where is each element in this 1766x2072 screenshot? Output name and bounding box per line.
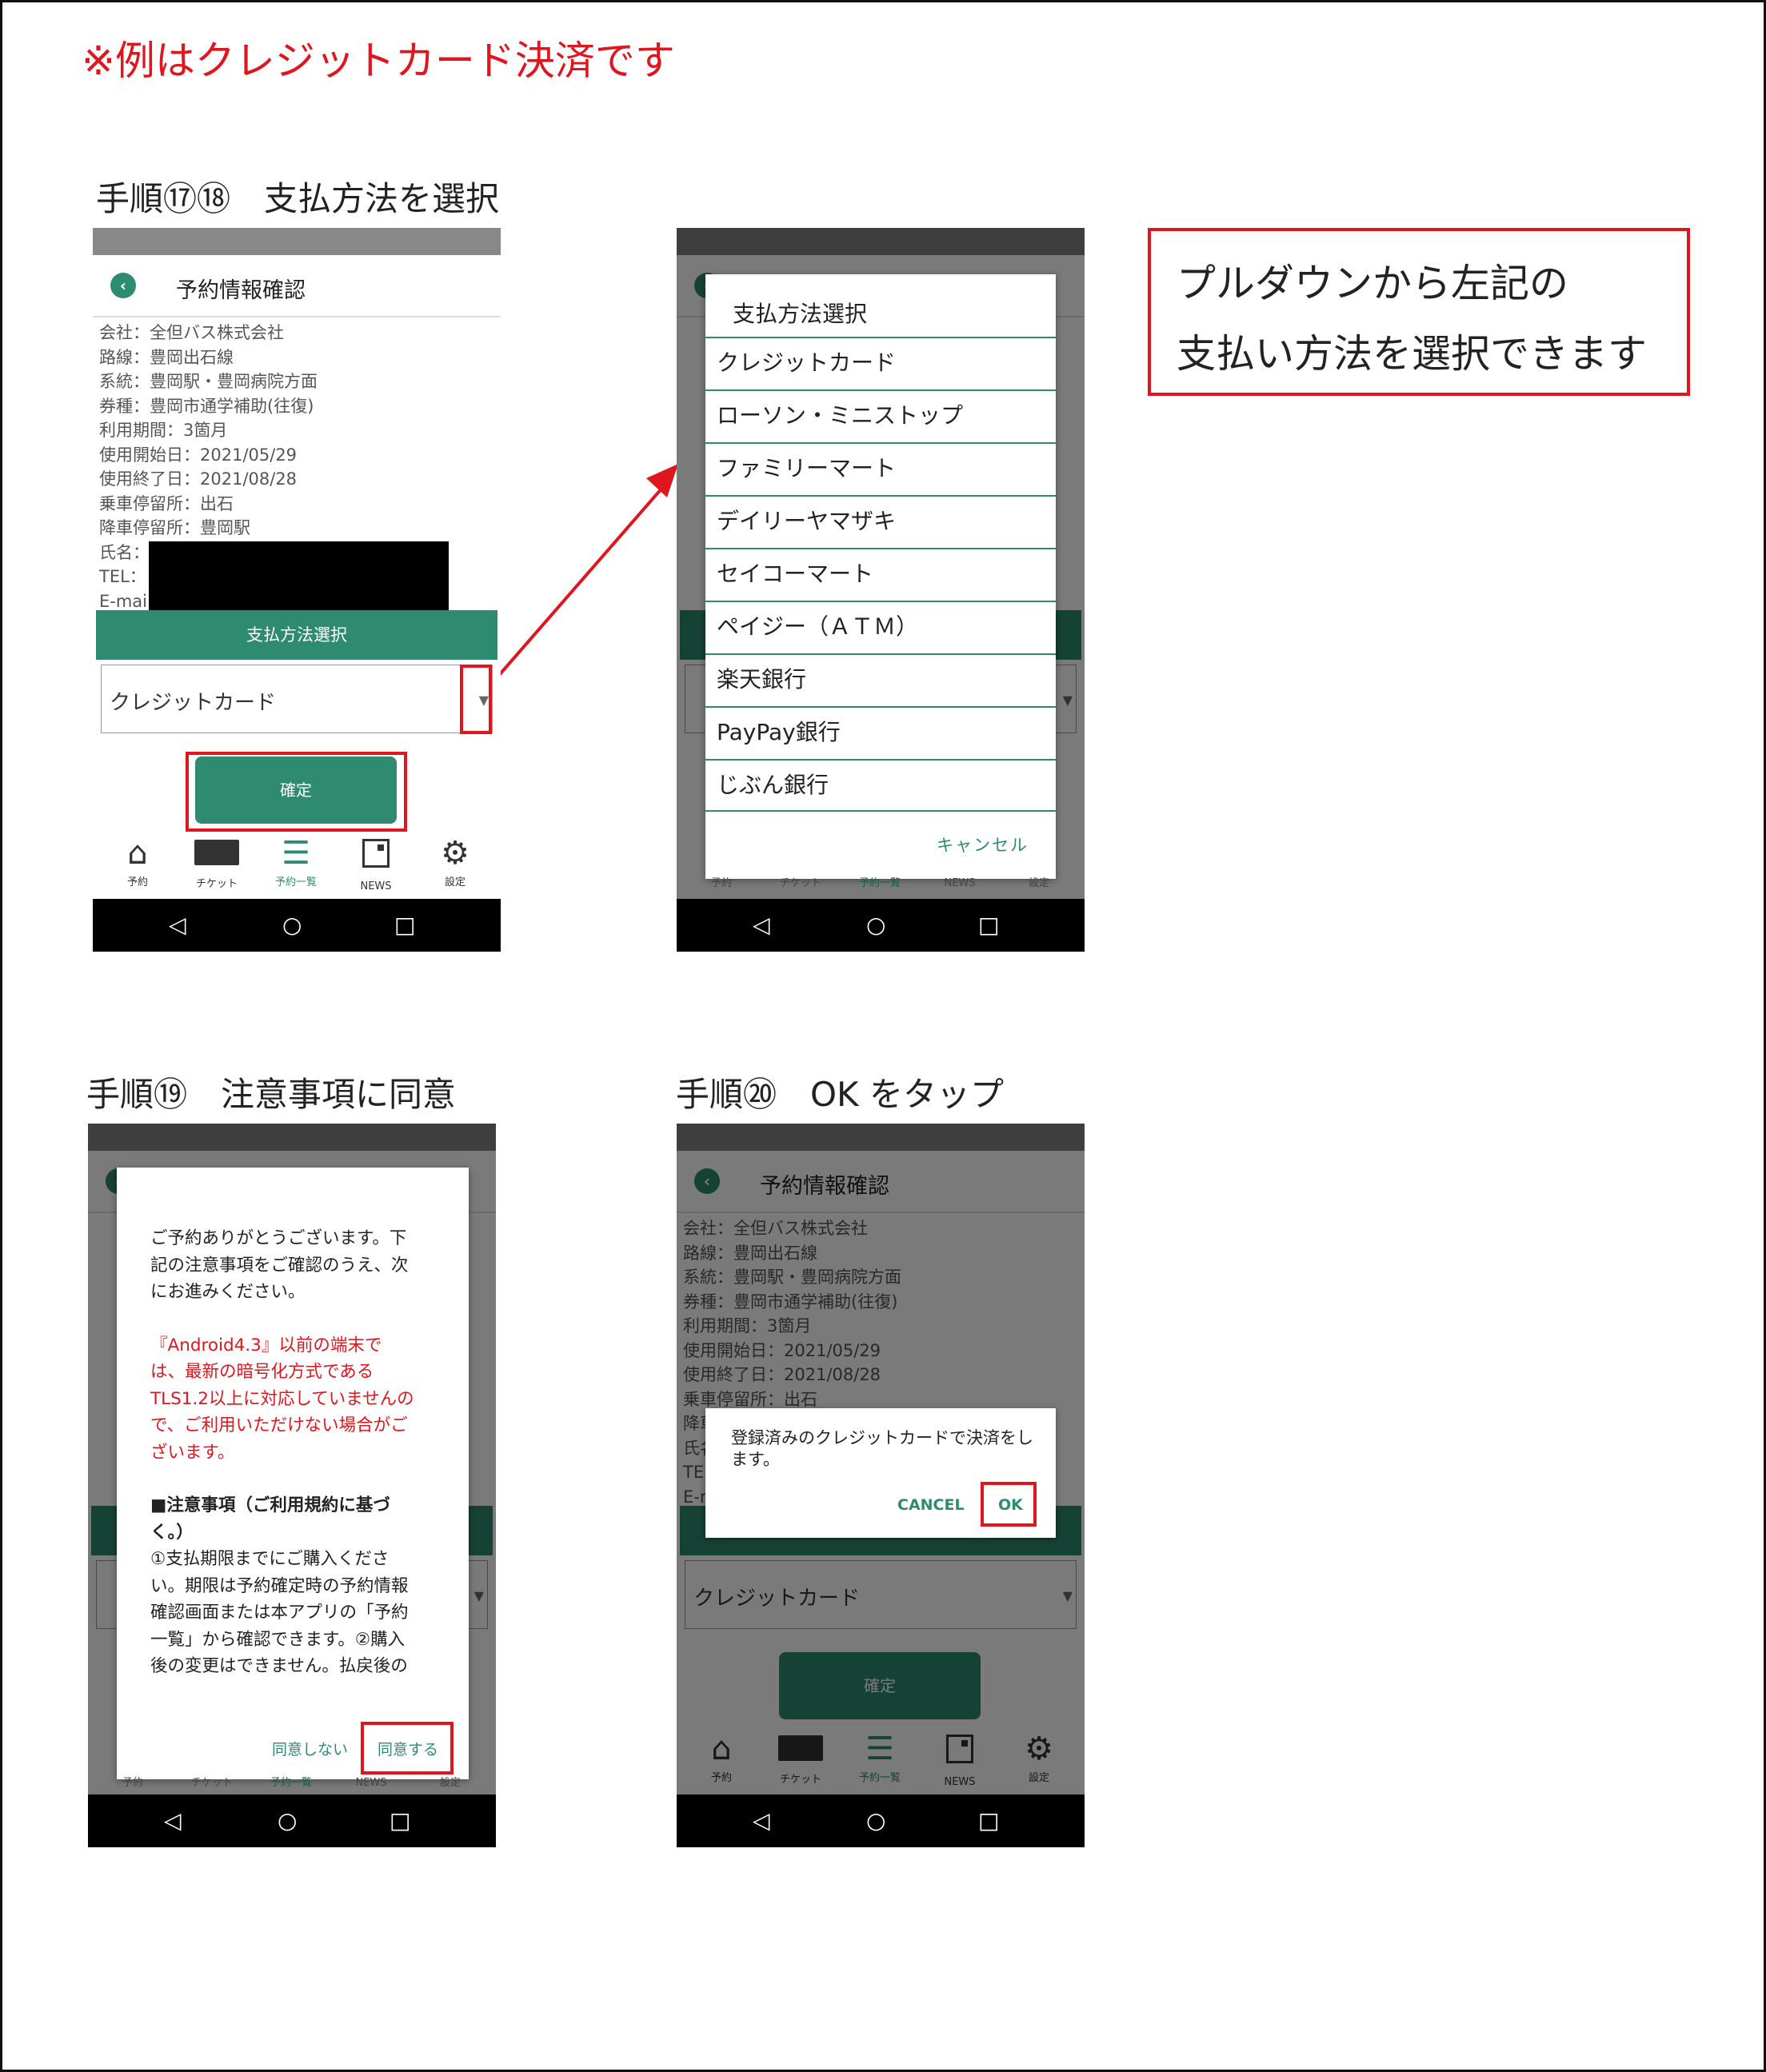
- header-title: 予約情報確認: [176, 278, 306, 303]
- terms-agreement-dialog: ご予約ありがとうございます。下記の注意事項をご確認のうえ、次にお進みください。 …: [117, 1168, 469, 1779]
- info-ticket: 券種：豊岡市通学補助(往復): [99, 396, 314, 416]
- tab-settings[interactable]: ⚙設定: [415, 832, 495, 891]
- info-line: 系統：豊岡駅・豊岡病院方面: [99, 372, 318, 391]
- back-triangle-icon[interactable]: ◁: [753, 912, 770, 939]
- back-arrow-icon[interactable]: ‹: [110, 273, 136, 298]
- tab-ticket[interactable]: チケット: [177, 832, 257, 892]
- payment-select-value: クレジットカード: [110, 691, 277, 715]
- info-route: 路線：豊岡出石線: [99, 347, 234, 367]
- option-lawson[interactable]: ローソン・ミニストップ: [705, 389, 1056, 442]
- payment-select[interactable]: クレジットカード ▼: [101, 665, 493, 733]
- option-rakuten-bank[interactable]: 楽天銀行: [705, 653, 1056, 706]
- phone-screen-ok: ‹ 予約情報確認 会社：全但バス株式会社 路線：豊岡出石線 系統：豊岡駅・豊岡病…: [677, 1124, 1085, 1847]
- agree-highlight: [361, 1722, 453, 1775]
- cancel-button[interactable]: CANCEL: [897, 1496, 965, 1514]
- status-bar: [677, 228, 1085, 255]
- status-bar: [93, 228, 501, 255]
- recent-square-icon[interactable]: □: [394, 912, 415, 939]
- option-payeasy[interactable]: ペイジー（ＡＴＭ）: [705, 601, 1056, 653]
- terms-greeting: ご予約ありがとうございます。下記の注意事項をご確認のうえ、次にお進みください。: [150, 1228, 409, 1302]
- annotation-line-2: 支払い方法を選択できます: [1177, 331, 1648, 377]
- android-nav-bar: ◁ ○ □: [93, 899, 501, 952]
- phone-screen-payment-dialog: ‹ ▼ 支払方法選択 クレジットカード ローソン・ミニストップ ファミリーマート…: [677, 228, 1085, 952]
- info-company: 会社：全但バス株式会社: [99, 323, 284, 342]
- recent-square-icon[interactable]: □: [978, 1807, 999, 1834]
- option-credit-card[interactable]: クレジットカード: [705, 337, 1056, 389]
- tab-list[interactable]: 予約一覧: [251, 1775, 331, 1791]
- recent-square-icon[interactable]: □: [978, 912, 999, 939]
- ok-highlight: [981, 1482, 1037, 1527]
- android-nav-bar: ◁ ○ □: [677, 1795, 1085, 1847]
- home-icon: ⌂: [127, 835, 148, 872]
- option-daily-yamazaki[interactable]: デイリーヤマザキ: [705, 495, 1056, 548]
- terms-body: ①支払期限までにご購入ください。期限は予約確定時の予約情報確認画面または本アプリ…: [150, 1549, 409, 1676]
- status-bar: [677, 1124, 1085, 1151]
- back-triangle-icon[interactable]: ◁: [164, 1807, 182, 1834]
- tab-list[interactable]: ☰予約一覧: [256, 832, 336, 891]
- home-circle-icon[interactable]: ○: [278, 1807, 297, 1834]
- option-paypay-bank[interactable]: PayPay銀行: [705, 706, 1056, 759]
- annotation-line-1: プルダウンから左記の: [1177, 261, 1569, 306]
- tab-bar: 予約 チケット 予約一覧 NEWS 設定: [677, 876, 1085, 900]
- redacted-block: [149, 541, 449, 612]
- tab-reserve[interactable]: 予約: [93, 1775, 173, 1791]
- news-icon: [336, 832, 416, 879]
- tab-reserve[interactable]: ⌂予約: [98, 832, 178, 891]
- info-board: 乗車停留所：出石: [99, 493, 234, 513]
- payment-confirm-dialog: 登録済みのクレジットカードで決済をします。 CANCEL OK: [705, 1408, 1056, 1538]
- screen-header: ‹ 予約情報確認: [93, 255, 501, 317]
- dropdown-highlight: [460, 665, 492, 734]
- caption-step-19: 手順⑲ 注意事項に同意: [86, 1075, 457, 1114]
- confirm-message: 登録済みのクレジットカードで決済をします。: [731, 1428, 1033, 1469]
- caption-step-20: 手順⑳ OK をタップ: [676, 1075, 1004, 1114]
- tab-settings[interactable]: 設定: [999, 876, 1079, 892]
- phone-screen-payment: ‹ 予約情報確認 会社：全但バス株式会社 路線：豊岡出石線 系統：豊岡駅・豊岡病…: [93, 228, 501, 952]
- terms-text[interactable]: ご予約ありがとうございます。下記の注意事項をご確認のうえ、次にお進みください。 …: [150, 1225, 414, 1679]
- tab-news[interactable]: NEWS: [336, 832, 416, 895]
- tab-ticket[interactable]: チケット: [172, 1775, 252, 1791]
- terms-android-warning: 『Android4.3』以前の端末では、最新の暗号化方式であるTLS1.2以上に…: [150, 1335, 414, 1463]
- back-triangle-icon[interactable]: ◁: [753, 1807, 770, 1834]
- android-nav-bar: ◁ ○ □: [677, 899, 1085, 952]
- tab-news[interactable]: NEWS: [331, 1775, 411, 1791]
- phone-screen-agree: ‹ ▼ ご予約ありがとうございます。下記の注意事項をご確認のうえ、次にお進みくだ…: [88, 1124, 496, 1847]
- tab-list[interactable]: 予約一覧: [840, 876, 920, 892]
- payment-method-band: 支払方法選択: [96, 610, 497, 660]
- android-nav-bar: ◁ ○ □: [88, 1795, 496, 1847]
- recent-square-icon[interactable]: □: [390, 1807, 410, 1834]
- top-note: ※例はクレジットカード決済です: [82, 38, 675, 84]
- dialog-title: 支払方法選択: [733, 301, 868, 327]
- confirm-highlight: [186, 752, 407, 832]
- option-familymart[interactable]: ファミリーマート: [705, 442, 1056, 495]
- tab-settings[interactable]: 設定: [410, 1775, 490, 1791]
- home-circle-icon[interactable]: ○: [866, 912, 885, 939]
- info-end: 使用終了日：2021/08/28: [99, 469, 298, 489]
- payment-method-dialog: 支払方法選択 クレジットカード ローソン・ミニストップ ファミリーマート デイリ…: [705, 274, 1056, 879]
- option-jibun-bank[interactable]: じぶん銀行: [705, 759, 1056, 812]
- disagree-button[interactable]: 同意しない: [272, 1738, 348, 1759]
- dialog-cancel-button[interactable]: キャンセル: [937, 832, 1029, 856]
- info-start: 使用開始日：2021/05/29: [99, 445, 298, 465]
- tab-bar: ⌂予約 チケット ☰予約一覧 NEWS ⚙設定: [93, 832, 501, 899]
- status-bar: [88, 1124, 496, 1151]
- option-seicomart[interactable]: セイコーマート: [705, 548, 1056, 601]
- back-triangle-icon[interactable]: ◁: [169, 912, 186, 939]
- home-circle-icon[interactable]: ○: [282, 912, 302, 939]
- info-period: 利用期間：3箇月: [99, 421, 228, 440]
- list-icon: ☰: [282, 835, 310, 872]
- terms-heading: ■注意事項（ご利用規約に基づく。）: [150, 1495, 390, 1543]
- tab-ticket[interactable]: チケット: [761, 876, 841, 892]
- ticket-icon: [177, 832, 257, 876]
- home-circle-icon[interactable]: ○: [866, 1807, 885, 1834]
- caption-step-17-18: 手順⑰⑱ 支払方法を選択: [96, 179, 500, 218]
- tab-news[interactable]: NEWS: [920, 876, 1000, 892]
- gear-icon: ⚙: [441, 835, 469, 872]
- annotation-box: プルダウンから左記の 支払い方法を選択できます: [1148, 228, 1690, 396]
- tab-reserve[interactable]: 予約: [681, 876, 761, 892]
- info-alight: 降車停留所：豊岡駅: [99, 518, 250, 537]
